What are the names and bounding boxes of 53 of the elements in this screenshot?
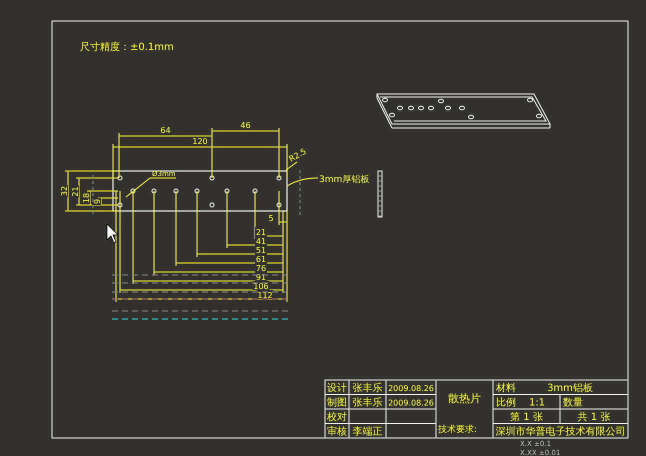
dimension-label: 76 — [256, 264, 266, 273]
dimension-label: 21 — [71, 186, 80, 197]
dimension-label: 3mm厚铝板 — [319, 175, 370, 185]
hole — [118, 176, 122, 180]
table-cell: 数量 — [563, 398, 583, 408]
table-cell: 制图 — [327, 398, 347, 408]
dimension-label: 32 — [60, 186, 69, 196]
hole — [174, 188, 178, 194]
dimension-label: 112 — [257, 291, 273, 300]
table-cell: 张丰乐 — [352, 398, 382, 408]
company-name: 深圳市华普电子技术有限公司 — [496, 426, 626, 438]
dimension-label: 9 — [93, 198, 102, 204]
hole — [152, 188, 156, 194]
hole — [194, 188, 200, 194]
dimension-label: 46 — [240, 121, 251, 130]
hole — [118, 202, 122, 208]
hole — [276, 176, 282, 180]
table-cell: 设计 — [327, 383, 347, 394]
requirements-label: 技术要求: — [438, 425, 478, 435]
hole — [224, 188, 230, 194]
tolerance-note: 尺寸精度：±0.1mm — [80, 42, 174, 53]
dimension-label: 120 — [192, 137, 208, 146]
hole — [276, 202, 282, 208]
dimension-label: 61 — [256, 255, 266, 264]
dimension-label: 41 — [256, 237, 266, 246]
date-cell: 2009.08.26 — [388, 398, 434, 408]
table-cell: 李端正 — [352, 426, 382, 438]
dimension-label: R2.5 — [288, 146, 308, 164]
leader-line — [126, 178, 176, 198]
cursor-icon — [106, 223, 119, 244]
side-view-drawing — [378, 170, 382, 218]
table-cell: 张丰乐 — [352, 383, 382, 394]
dimension-label: 18 — [82, 192, 91, 204]
table-cell: 第 1 张 — [510, 412, 543, 423]
leader-line — [286, 178, 318, 186]
dimension-label: 21 — [256, 228, 266, 237]
table-cell: 共 1 张 — [578, 412, 610, 423]
hole — [210, 202, 214, 208]
hole — [130, 188, 136, 194]
hole — [252, 188, 258, 194]
part-name: 散热片 — [448, 392, 481, 405]
table-cell: 材料 — [496, 383, 516, 394]
dimension-label: 51 — [256, 246, 266, 255]
table-cell: 校对 — [327, 412, 347, 423]
leader-line — [286, 162, 298, 170]
table-cell: 审核 — [327, 426, 347, 438]
date-cell: 2009.08.26 — [388, 384, 434, 393]
table-cell: 3mm铝板 — [547, 383, 593, 394]
dimension-label: 5 — [268, 214, 274, 223]
table-cell: 比例 — [496, 398, 516, 408]
hole — [210, 176, 214, 180]
dimension-label: 64 — [160, 126, 171, 135]
table-cell: 1:1 — [528, 398, 546, 408]
